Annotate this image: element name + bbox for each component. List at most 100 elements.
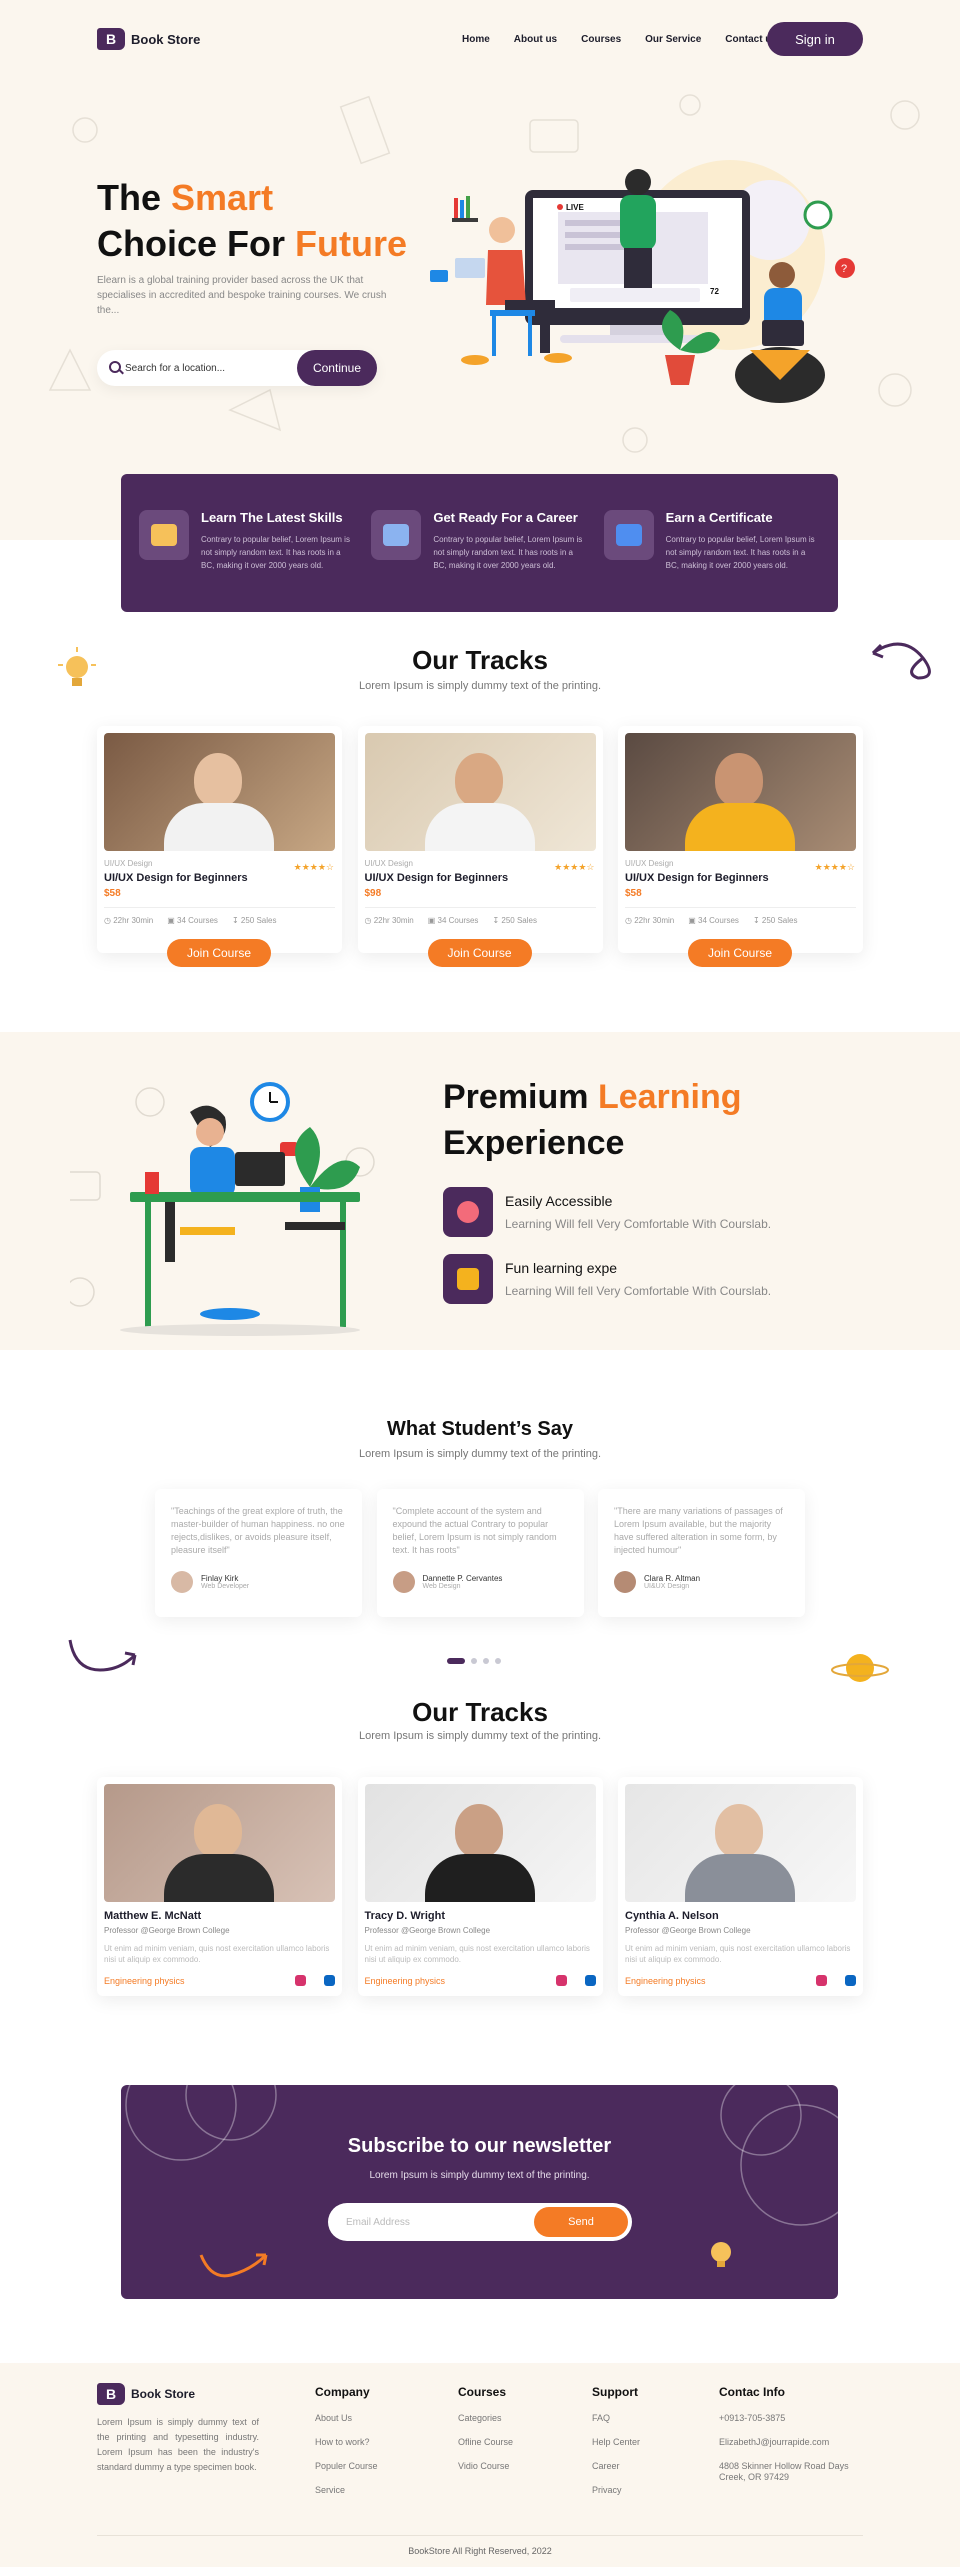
footer-link[interactable]: How to work? bbox=[315, 2437, 378, 2447]
linkedin-icon[interactable] bbox=[845, 1975, 856, 1986]
premium-item-title: Easily Accessible bbox=[505, 1193, 613, 1209]
continue-button[interactable]: Continue bbox=[297, 350, 377, 386]
brand-name: Book Store bbox=[131, 31, 201, 47]
join-course-button[interactable]: Join Course bbox=[688, 939, 792, 967]
send-button[interactable]: Send bbox=[534, 2207, 628, 2237]
instagram-icon[interactable] bbox=[295, 1975, 306, 1986]
testimonials-subtitle: Lorem Ipsum is simply dummy text of the … bbox=[358, 1448, 602, 1460]
instructor-role: Professor @George Brown College bbox=[104, 1926, 230, 1935]
course-duration: 22hr 30min bbox=[113, 916, 154, 925]
book-logo-icon bbox=[97, 2383, 125, 2405]
instructor-photo bbox=[625, 1784, 856, 1902]
footer-link[interactable]: Help Center bbox=[592, 2437, 640, 2447]
course-price: $58 bbox=[104, 888, 121, 899]
clock-icon: ◷ 22hr 30min bbox=[625, 916, 675, 925]
avatar bbox=[171, 1571, 193, 1593]
course-count: 34 Courses bbox=[698, 916, 739, 925]
premium-item-title: Fun learning expe bbox=[505, 1260, 618, 1276]
tracks-cards: UI/UX Design ★★★★☆ UI/UX Design for Begi… bbox=[97, 726, 863, 967]
footer-link[interactable]: Service bbox=[315, 2485, 378, 2495]
course-title: UI/UX Design for Beginners bbox=[364, 872, 509, 884]
footer-company: Company About Us How to work? Populer Co… bbox=[315, 2385, 378, 2509]
nav-home[interactable]: Home bbox=[462, 34, 490, 45]
course-title: UI/UX Design for Beginners bbox=[104, 872, 248, 884]
footer-link[interactable]: About Us bbox=[315, 2413, 378, 2423]
email-input[interactable] bbox=[346, 2213, 506, 2231]
testimonial-role: Web Developer bbox=[201, 1583, 250, 1590]
instructor-name: Tracy D. Wright bbox=[364, 1910, 445, 1922]
carousel-dot[interactable] bbox=[447, 1658, 465, 1664]
hero-title-accent: Future bbox=[295, 223, 408, 264]
carousel-dot[interactable] bbox=[483, 1658, 489, 1664]
instructor-card[interactable]: Matthew E. McNatt Professor @George Brow… bbox=[97, 1777, 342, 1996]
contact-phone[interactable]: +0913-705-3875 bbox=[719, 2413, 859, 2423]
join-course-button[interactable]: Join Course bbox=[427, 939, 532, 967]
join-course-button[interactable]: Join Course bbox=[167, 939, 271, 967]
footer-link[interactable]: Ofline Course bbox=[458, 2437, 513, 2447]
instructor-description: Ut enim ad minim veniam, quis nost exerc… bbox=[104, 1944, 330, 1964]
premium-section: Premium Learning Experience Easily Acces… bbox=[0, 1032, 960, 1350]
carousel-dot[interactable] bbox=[471, 1658, 477, 1664]
brand-logo[interactable]: Book Store bbox=[97, 28, 200, 50]
instructor-photo bbox=[104, 1784, 335, 1902]
footer-heading: Contac Info bbox=[719, 2385, 785, 2399]
hero-title-part: The bbox=[97, 177, 172, 218]
premium-title-accent: Learning bbox=[597, 1078, 742, 1116]
course-sales: 250 Sales bbox=[501, 916, 537, 925]
feature-latest-skills: Learn The Latest Skills Contrary to popul… bbox=[139, 510, 355, 612]
instagram-icon[interactable] bbox=[555, 1975, 567, 1986]
hero-section: Book Store Home About us Courses Our Ser… bbox=[0, 0, 960, 540]
course-card[interactable]: UI/UX Design ★★★★☆ UI/UX Design for Begi… bbox=[618, 726, 863, 967]
footer-heading: Courses bbox=[458, 2385, 507, 2399]
instructor-card[interactable]: Cynthia A. Nelson Professor @George Brow… bbox=[618, 1777, 863, 1996]
nav-courses[interactable]: Courses bbox=[581, 34, 621, 45]
video-icon: ▣ 34 Courses bbox=[427, 916, 479, 925]
carousel-dot[interactable] bbox=[495, 1658, 501, 1664]
footer-logo[interactable]: Book Store bbox=[97, 2383, 195, 2405]
footer-link[interactable]: FAQ bbox=[592, 2413, 640, 2423]
footer-link[interactable]: Privacy bbox=[592, 2485, 640, 2495]
monitor-icon bbox=[139, 510, 189, 560]
course-card[interactable]: UI/UX Design ★★★★☆ UI/UX Design for Begi… bbox=[357, 726, 603, 967]
instructor-name: Matthew E. McNatt bbox=[104, 1910, 202, 1922]
planet-icon bbox=[831, 1654, 889, 1682]
instructor-role: Professor @George Brown College bbox=[364, 1926, 491, 1935]
course-count: 34 Courses bbox=[437, 916, 479, 925]
feature-text: Contrary to popular belief, Lorem Ipsum … bbox=[201, 535, 350, 570]
footer-link[interactable]: Populer Course bbox=[315, 2461, 378, 2471]
premium-title-part: Experience bbox=[443, 1124, 625, 1162]
nav-service[interactable]: Our Service bbox=[645, 34, 701, 45]
instructor-card[interactable]: Tracy D. Wright Professor @George Brown … bbox=[357, 1777, 603, 1996]
testimonials-list: "Teachings of the great explore of truth… bbox=[155, 1489, 805, 1617]
rating-stars: ★★★★☆ bbox=[814, 862, 855, 872]
student-photo bbox=[194, 753, 242, 807]
linkedin-icon[interactable] bbox=[584, 1975, 596, 1986]
instagram-icon[interactable] bbox=[816, 1975, 827, 1986]
instructor-face bbox=[454, 1804, 503, 1858]
download-icon: ↧ 250 Sales bbox=[752, 916, 798, 925]
testimonial-role: UI&UX Design bbox=[644, 1583, 690, 1590]
carousel-dots bbox=[447, 1658, 501, 1664]
footer-courses: Courses Categories Ofline Course Vidio C… bbox=[458, 2385, 513, 2485]
feature-career: Get Ready For a Career Contrary to popula… bbox=[371, 510, 587, 612]
course-card[interactable]: UI/UX Design ★★★★☆ UI/UX Design for Begi… bbox=[97, 726, 342, 967]
premium-item-text: Learning Will fell Very Comfortable With… bbox=[505, 1217, 772, 1231]
sign-in-button[interactable]: Sign in bbox=[767, 22, 863, 56]
testimonial-quote: "Teachings of the great explore of truth… bbox=[171, 1506, 345, 1555]
contact-email[interactable]: ElizabethJ@jourrapide.com bbox=[719, 2437, 859, 2447]
instructor-body bbox=[424, 1854, 535, 1902]
copyright: BookStore All Right Reserved, 2022 bbox=[408, 2546, 552, 2556]
premium-item-text: Learning Will fell Very Comfortable With… bbox=[505, 1284, 772, 1298]
footer-link[interactable]: Vidio Course bbox=[458, 2461, 513, 2471]
nav-about[interactable]: About us bbox=[514, 34, 557, 45]
footer-link[interactable]: Categories bbox=[458, 2413, 513, 2423]
footer-link[interactable]: Career bbox=[592, 2461, 640, 2471]
location-search-input[interactable] bbox=[125, 358, 285, 378]
certificate-icon bbox=[603, 510, 654, 560]
avatar bbox=[614, 1571, 636, 1593]
checklist-icon bbox=[371, 510, 422, 560]
clock-icon: ◷ 22hr 30min bbox=[104, 916, 154, 925]
student-desk-illustration bbox=[70, 1082, 375, 1336]
linkedin-icon[interactable] bbox=[324, 1975, 335, 1986]
instructor-description: Ut enim ad minim veniam, quis nost exerc… bbox=[625, 1944, 851, 1964]
